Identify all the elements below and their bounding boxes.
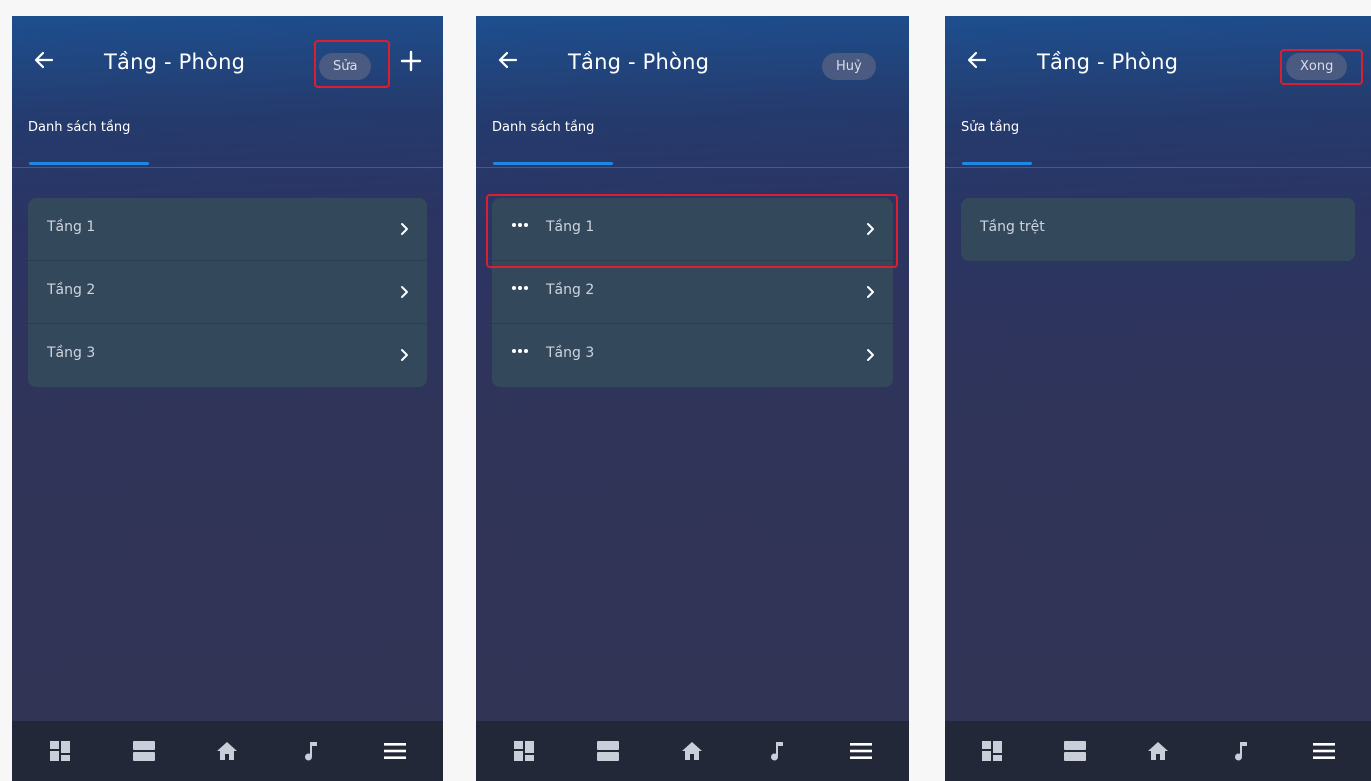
chevron-right-icon bbox=[867, 286, 874, 298]
rooms-icon[interactable] bbox=[1060, 736, 1090, 766]
bottom-nav bbox=[476, 721, 909, 781]
floor-label: Tầng 2 bbox=[47, 282, 96, 298]
app-header: Tầng - Phòng Xong bbox=[945, 16, 1371, 112]
plus-icon[interactable] bbox=[400, 50, 422, 72]
list-item[interactable]: Tầng 2 bbox=[492, 261, 893, 324]
floor-list: Tầng trệt bbox=[961, 198, 1355, 261]
chevron-right-icon bbox=[867, 349, 874, 361]
tab-indicator bbox=[493, 162, 613, 165]
tab-indicator bbox=[962, 162, 1032, 165]
rooms-icon[interactable] bbox=[129, 736, 159, 766]
page-title: Tầng - Phòng bbox=[104, 50, 246, 74]
chevron-right-icon bbox=[867, 223, 874, 235]
music-icon[interactable] bbox=[1226, 736, 1256, 766]
list-item[interactable]: Tầng 1 bbox=[492, 198, 893, 261]
screen-edit-floor: Tầng - Phòng Xong Sửa tầng Tầng trệt bbox=[945, 16, 1371, 781]
chevron-right-icon bbox=[401, 286, 408, 298]
rooms-icon[interactable] bbox=[593, 736, 623, 766]
edit-button[interactable]: Sửa bbox=[319, 53, 372, 80]
floor-label: Tầng 1 bbox=[47, 219, 96, 235]
dashboard-icon[interactable] bbox=[977, 736, 1007, 766]
tab-edit-floor[interactable]: Sửa tầng bbox=[961, 120, 1019, 135]
floor-label: Tầng trệt bbox=[980, 219, 1045, 235]
app-header: Tầng - Phòng Huỷ bbox=[476, 16, 909, 112]
floor-label: Tầng 1 bbox=[546, 219, 595, 235]
dashboard-icon[interactable] bbox=[45, 736, 75, 766]
more-dots-icon[interactable] bbox=[511, 285, 529, 291]
tab-floor-list[interactable]: Danh sách tầng bbox=[492, 120, 594, 135]
more-dots-icon[interactable] bbox=[511, 222, 529, 228]
arrow-left-icon[interactable] bbox=[496, 48, 520, 72]
dashboard-icon[interactable] bbox=[509, 736, 539, 766]
floor-label: Tầng 2 bbox=[546, 282, 595, 298]
screenshot-stage: Tầng - Phòng Sửa Danh sách tầng Tầng 1 T… bbox=[0, 0, 1371, 781]
list-item[interactable]: Tầng trệt bbox=[961, 198, 1355, 261]
bottom-nav bbox=[12, 721, 443, 781]
screen-floor-list: Tầng - Phòng Sửa Danh sách tầng Tầng 1 T… bbox=[12, 16, 443, 781]
floor-list: Tầng 1 Tầng 2 Tầng 3 bbox=[492, 198, 893, 387]
home-icon[interactable] bbox=[1143, 736, 1173, 766]
list-item[interactable]: Tầng 2 bbox=[28, 261, 427, 324]
floor-list: Tầng 1 Tầng 2 Tầng 3 bbox=[28, 198, 427, 387]
app-header: Tầng - Phòng Sửa bbox=[12, 16, 443, 112]
home-icon[interactable] bbox=[212, 736, 242, 766]
floor-label: Tầng 3 bbox=[546, 345, 595, 361]
tab-bar: Sửa tầng bbox=[945, 112, 1371, 168]
list-item[interactable]: Tầng 3 bbox=[28, 324, 427, 387]
page-title: Tầng - Phòng bbox=[568, 50, 710, 74]
tab-bar: Danh sách tầng bbox=[12, 112, 443, 168]
tab-floor-list[interactable]: Danh sách tầng bbox=[28, 120, 130, 135]
done-button[interactable]: Xong bbox=[1286, 53, 1348, 80]
menu-icon[interactable] bbox=[380, 736, 410, 766]
bottom-nav bbox=[945, 721, 1371, 781]
music-icon[interactable] bbox=[762, 736, 792, 766]
cancel-button[interactable]: Huỷ bbox=[822, 53, 876, 80]
floor-label: Tầng 3 bbox=[47, 345, 96, 361]
menu-icon[interactable] bbox=[846, 736, 876, 766]
screen-floor-list-edit: Tầng - Phòng Huỷ Danh sách tầng Tầng 1 T… bbox=[476, 16, 909, 781]
more-dots-icon[interactable] bbox=[511, 348, 529, 354]
page-title: Tầng - Phòng bbox=[1037, 50, 1179, 74]
arrow-left-icon[interactable] bbox=[965, 48, 989, 72]
chevron-right-icon bbox=[401, 349, 408, 361]
menu-icon[interactable] bbox=[1309, 736, 1339, 766]
home-icon[interactable] bbox=[677, 736, 707, 766]
chevron-right-icon bbox=[401, 223, 408, 235]
tab-indicator bbox=[29, 162, 149, 165]
music-icon[interactable] bbox=[296, 736, 326, 766]
list-item[interactable]: Tầng 1 bbox=[28, 198, 427, 261]
list-item[interactable]: Tầng 3 bbox=[492, 324, 893, 387]
tab-bar: Danh sách tầng bbox=[476, 112, 909, 168]
arrow-left-icon[interactable] bbox=[32, 48, 56, 72]
